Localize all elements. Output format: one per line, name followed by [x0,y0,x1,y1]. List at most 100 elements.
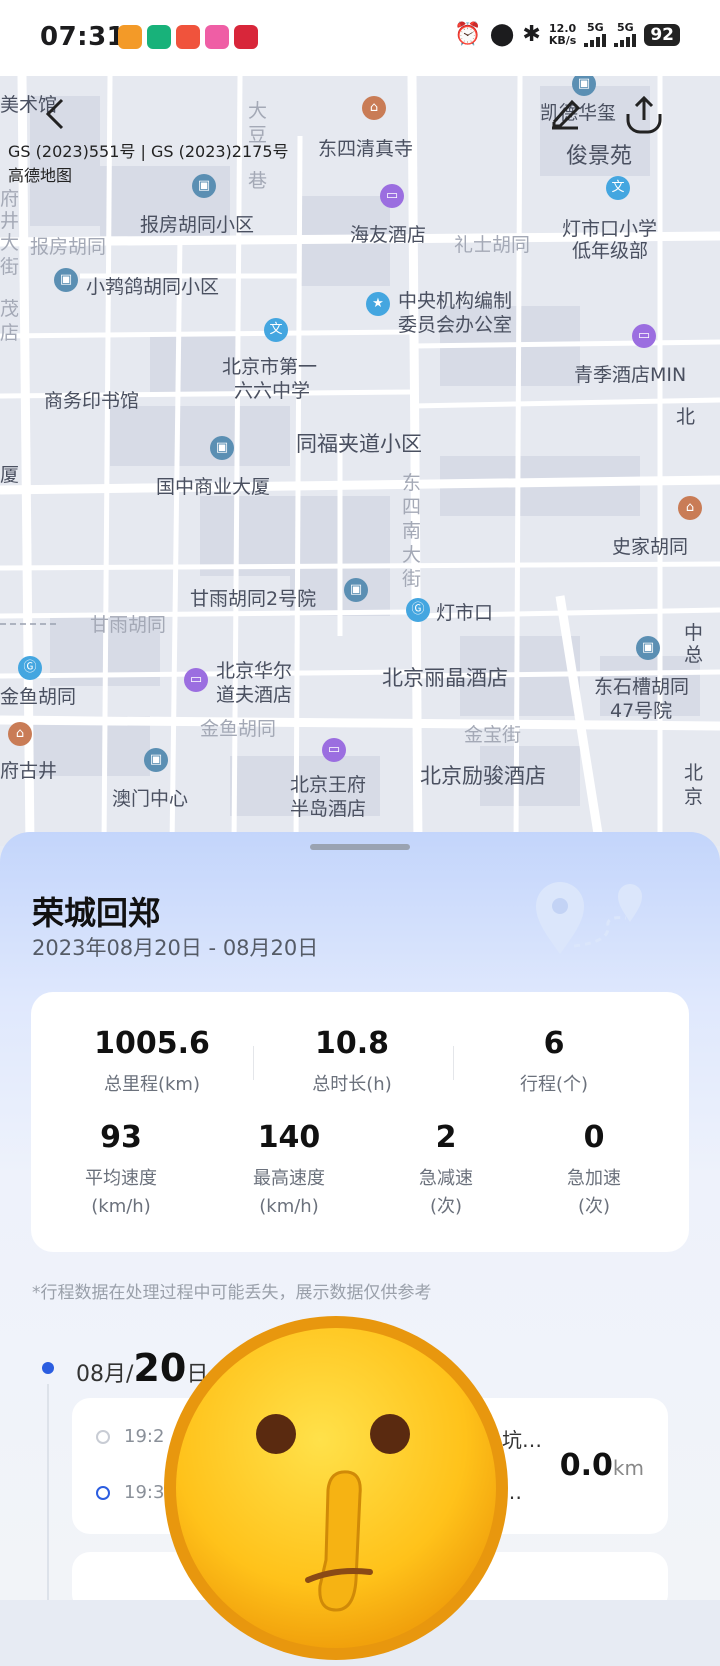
stat-total-duration: 10.8 总时长(h) [272,1026,432,1099]
stat-max-speed: 140 最高速度 (km/h) [209,1120,369,1221]
map-label-macau-center: 澳门中心 [112,788,189,810]
stat-divider [253,1046,254,1080]
app-notification-icon [205,25,229,49]
app-notification-icon [234,25,258,49]
trip-start-marker [96,1430,110,1444]
landmark-poi-icon[interactable]: ⌂ [8,722,32,746]
map-label-edge: 京 [684,786,704,808]
stat-total-distance: 1005.6 总里程(km) [72,1026,232,1099]
map-label-school-166: 北京市第一 [222,356,318,378]
map-copyright-line1: GS (2023)551号 | GS (2023)2175号 [8,142,289,161]
map-label-wangfu-hotel-sub: 半岛酒店 [290,798,367,820]
stat-label-text: 平均速度 [85,1168,157,1189]
map-street-label: 大 [0,232,20,254]
stat-label-text: 急减速 [419,1168,473,1189]
map-label-guozhong: 国中商业大厦 [156,476,271,498]
map-label-shijia: 史家胡同 [612,536,689,558]
map-street-label: 大 [402,544,422,566]
map-street-label: 甘雨胡同 [90,614,167,636]
map-street-label: 店 [0,322,20,344]
map-label-edge: 北 [684,762,704,784]
map-label-zhongyang-sub: 委员会办公室 [398,314,513,336]
subway-poi-icon[interactable]: Ⓖ [406,598,430,622]
map-label-ganyu-2: 甘雨胡同2号院 [190,588,317,610]
data-disclaimer: *行程数据在处理过程中可能丢失，展示数据仅供参考 [32,1283,432,1303]
map-label-lijing-hotel: 北京丽晶酒店 [382,666,508,690]
map-label-dengshikou-school-sub: 低年级部 [572,240,649,262]
residential-poi-icon[interactable]: ▣ [636,636,660,660]
map-label-zhongyang: 中央机构编制 [398,290,513,312]
school-poi-icon[interactable]: 文 [606,176,630,200]
chevron-left-icon [45,98,64,130]
map-label-fuguji: 府古井 [0,760,58,782]
network-speed-value: 12.0 [549,21,577,35]
map-street-label: 街 [402,568,422,590]
stat-label-text: 最高速度 [253,1168,325,1189]
subway-poi-icon[interactable]: Ⓖ [18,656,42,680]
hotel-poi-icon[interactable]: ▭ [322,738,346,762]
map-view[interactable]: 美术馆 ⌂ 东四清真寺 ▣ 凯德华玺 俊景苑 大 豆 巷 府 井 大 街 ▣ 报… [0,76,720,846]
back-button[interactable] [40,96,68,140]
stat-unit: (km/h) [259,1196,319,1217]
map-street-label: 金宝街 [464,724,522,746]
edit-button[interactable] [548,96,582,140]
map-street-label: 四 [402,496,422,518]
map-street-label: 街 [0,256,20,278]
residential-poi-icon[interactable]: ▣ [210,436,234,460]
stat-label-text: 急加速 [567,1168,621,1189]
residential-poi-icon[interactable]: ▣ [54,268,78,292]
app-notification-icon [176,25,200,49]
stat-label: 急加速 (次) [514,1165,674,1221]
map-street-label: 大 [248,100,268,122]
app-notification-icon [118,25,142,49]
trip-date-range: 2023年08月20日 - 08月20日 [32,936,319,960]
sheet-drag-handle[interactable] [310,844,410,850]
stat-value: 2 [435,1120,457,1155]
trip-stats-card: 1005.6 总里程(km) 10.8 总时长(h) 6 行程(个) 93 平均… [31,992,689,1252]
landmark-poi-icon[interactable]: ⌂ [678,496,702,520]
map-label-wangfu-hotel: 北京王府 [290,774,367,796]
map-street-label: 礼士胡同 [454,234,531,256]
stat-label: 总时长(h) [312,1074,392,1095]
map-label-school-166-sub: 六六中学 [234,380,311,402]
status-time: 07:31 [40,22,126,52]
map-label-lijun-hotel: 北京励骏酒店 [420,764,546,788]
school-poi-icon[interactable]: 文 [264,318,288,342]
app-notification-icon [147,25,171,49]
map-label-dengshikou-station: 灯市口 [436,602,494,624]
map-label-junjingyuan: 俊景苑 [566,144,633,169]
stat-hard-acceleration: 0 急加速 (次) [514,1120,674,1221]
stat-label: 总里程(km) [103,1074,200,1095]
hotel-poi-icon[interactable]: ▭ [632,324,656,348]
map-label-qingji-hotel: 青季酒店MIN [574,364,687,386]
residential-poi-icon[interactable]: ▣ [144,748,168,772]
trip-distance-unit: km [612,1456,644,1480]
mosque-poi-icon[interactable]: ⌂ [362,96,386,120]
stat-trip-count: 6 行程(个) [474,1026,634,1099]
alarm-icon: ⏰ [454,22,482,47]
route-pin-icon [536,882,642,954]
stat-value: 140 [257,1120,321,1155]
stat-hard-braking: 2 急减速 (次) [366,1120,526,1221]
hotel-poi-icon[interactable]: ▭ [184,668,208,692]
map-label-dongsi-mosque: 东四清真寺 [318,138,414,160]
sim2-signal: 5G [614,22,637,47]
timeline-dot [42,1362,54,1374]
stat-unit: (次) [429,1196,463,1217]
location-icon: ⬤ [489,22,515,47]
share-button[interactable] [624,95,664,142]
trip-distance-value: 0.0 [559,1448,613,1483]
sim1-label: 5G [586,21,604,34]
day-month: 08月/ [76,1362,134,1387]
signal-icon [584,34,607,47]
map-label-jinyu-left: 金鱼胡同 [0,686,77,708]
government-poi-icon[interactable]: ★ [366,292,390,316]
map-label-huaer-hotel: 北京华尔 [216,660,293,682]
map-label-tongfu: 同福夹道小区 [296,432,422,456]
hotel-poi-icon[interactable]: ▭ [380,184,404,208]
residential-poi-icon[interactable]: ▣ [344,578,368,602]
map-label-edge: 北 [676,406,696,428]
stat-label: 急减速 (次) [366,1165,526,1221]
map-label-edge: 总 [684,644,704,666]
stat-divider [453,1046,454,1080]
